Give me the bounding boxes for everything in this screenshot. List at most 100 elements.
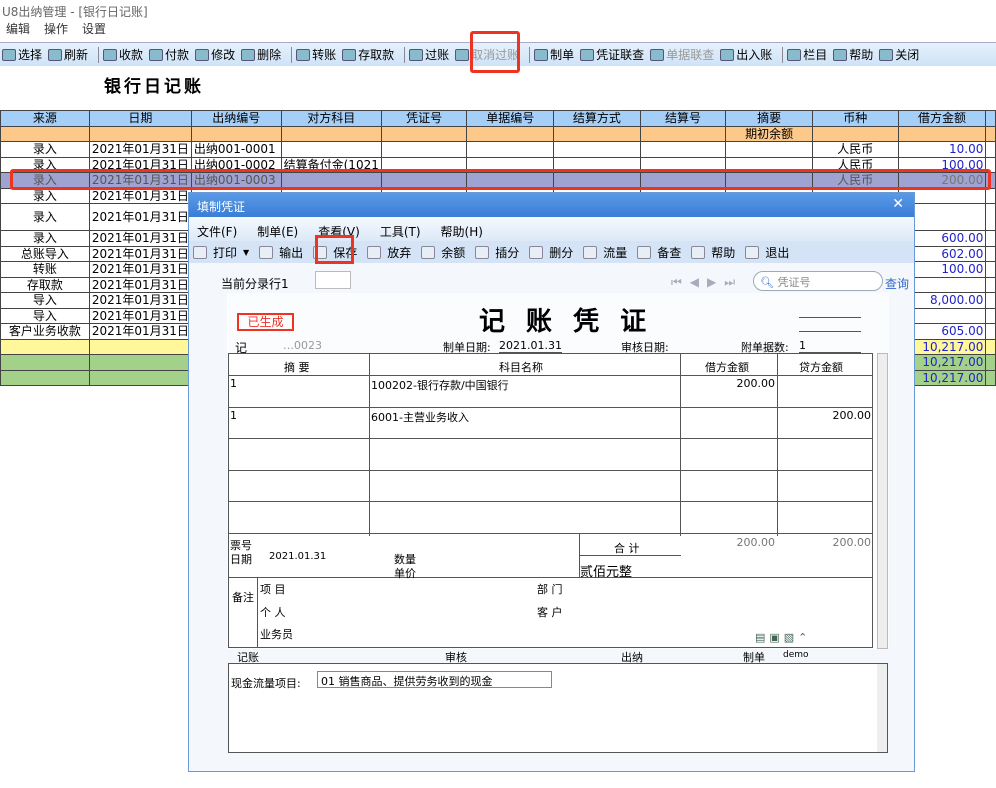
toolbar-separator (98, 46, 100, 63)
refresh-icon (48, 48, 63, 61)
payment-button[interactable]: 付款 (149, 46, 189, 63)
insert-row-button[interactable]: 插分 (475, 244, 519, 261)
attach-count[interactable]: 1 (799, 339, 861, 353)
transfer-button[interactable]: 转账 (296, 46, 336, 63)
columns-icon (787, 48, 802, 61)
receipt-button[interactable]: 收款 (103, 46, 143, 63)
cashflow-input[interactable]: 01 销售商品、提供劳务收到的现金 (317, 671, 552, 688)
voucher-number[interactable]: …0023 (283, 339, 322, 352)
opening-balance-row[interactable]: 期初余额 (0, 125, 996, 142)
highlight-save (315, 235, 354, 264)
button-label: 帮助 (849, 48, 874, 62)
balance-button[interactable]: 余额 (421, 244, 465, 261)
entry-account[interactable]: 6001-主营业务收入 (371, 409, 469, 425)
voucher-query-button[interactable]: 凭证联查 (580, 46, 644, 63)
discard-button[interactable]: 放弃 (367, 244, 411, 261)
make-date[interactable]: 2021.01.31 (499, 339, 562, 353)
menu-bar: 编辑 操作 设置 (0, 20, 106, 38)
dialog-menu-item[interactable]: 制单(E) (257, 223, 298, 239)
nav-buttons[interactable]: ⏮◀▶⏭ (671, 275, 743, 290)
entry-debit[interactable]: 200.00 (729, 377, 776, 390)
voucher-dialog: 填制凭证 ✕ 文件(F) 制单(E) 查看(V) 工具(T) 帮助(H) 打印 ▼ 输出 保存… (188, 192, 915, 772)
button-label: 选择 (18, 48, 43, 62)
person-label: 个 人 (260, 606, 286, 619)
post-icon (409, 48, 424, 61)
balance-icon (421, 245, 436, 259)
column-header: 日期 (88, 110, 192, 127)
date-cell: 2021年01月31日 (88, 276, 192, 293)
query-button[interactable]: 查询 (885, 275, 909, 292)
button-label: 收款 (119, 48, 144, 62)
cell (985, 354, 996, 371)
remark-tool-icons[interactable]: ▤▣▧⌃ (755, 631, 811, 644)
close-icon (879, 48, 894, 61)
dialog-menu-item[interactable]: 工具(T) (380, 223, 421, 239)
button-label: 删分 (549, 245, 574, 260)
date-cell: 2021年01月31日 (88, 245, 192, 262)
cell (0, 125, 90, 142)
payment-icon (149, 48, 164, 61)
column-header: 借方金额 (897, 110, 987, 127)
voucher-search-input[interactable]: 🔍︎ 凭证号 (753, 271, 883, 291)
delete-row-button[interactable]: 删分 (529, 244, 573, 261)
deposit-button[interactable]: 存取款 (342, 46, 394, 63)
voucher-scrollbar[interactable] (877, 353, 888, 649)
close-icon[interactable]: ✕ (892, 196, 904, 212)
current-row-input[interactable] (315, 271, 351, 289)
refresh-button[interactable]: 刷新 (48, 46, 88, 63)
column-header: 单据编号 (466, 110, 555, 127)
transfer-icon (296, 48, 311, 61)
cashflow-scrollbar[interactable] (877, 664, 887, 752)
columns-button[interactable]: 栏目 (787, 46, 827, 63)
dialog-menu-item[interactable]: 文件(F) (197, 223, 237, 239)
cell (985, 369, 996, 386)
button-label: 过账 (425, 48, 450, 62)
highlight-make-voucher (470, 31, 520, 73)
button-label: 备查 (657, 245, 682, 260)
source-cell: 导入 (0, 307, 90, 324)
menu-operate[interactable]: 操作 (44, 20, 68, 38)
post-button[interactable]: 过账 (409, 46, 449, 63)
entry-summary[interactable]: 1 (230, 377, 237, 390)
cell (985, 261, 996, 278)
cell (466, 125, 555, 142)
exit-button[interactable]: 退出 (745, 244, 789, 261)
select-button[interactable]: 选择 (2, 46, 42, 63)
table-row[interactable]: 录入 2021年01月31日 出纳001-0001 人民币 10.00 (0, 141, 996, 158)
button-label: 刷新 (64, 48, 89, 62)
date-label: 日期 (230, 553, 252, 566)
cell (0, 354, 90, 371)
export-button[interactable]: 输出 (259, 244, 303, 261)
date-cell: 2021年01月31日 (88, 292, 192, 309)
table-header: 来源 日期 出纳编号 对方科目 凭证号 单据编号 结算方式 结算号 摘要 币种 借方金额 (0, 110, 996, 127)
edit-button[interactable]: 修改 (195, 46, 235, 63)
delete-button[interactable]: 删除 (241, 46, 281, 63)
salesman-label: 业务员 (260, 628, 293, 641)
menu-edit[interactable]: 编辑 (6, 20, 30, 38)
entry-summary[interactable]: 1 (230, 409, 237, 422)
voucher-query-icon (580, 48, 595, 61)
dept-label: 部 门 (537, 583, 563, 596)
print-button[interactable]: 打印 ▼ (193, 244, 249, 261)
help-button[interactable]: 帮助 (691, 244, 735, 261)
entry-credit[interactable]: 200.00 (819, 409, 872, 422)
close-button[interactable]: 关闭 (879, 46, 919, 63)
button-label: 修改 (211, 48, 236, 62)
status-badge: 已生成 (237, 313, 294, 331)
memo-button[interactable]: 备查 (637, 244, 681, 261)
dropdown-icon[interactable]: ▼ (243, 248, 249, 257)
cashflow-button[interactable]: 流量 (583, 244, 627, 261)
help-button[interactable]: 帮助 (833, 46, 873, 63)
source-cell: 客户业务收款 (0, 323, 90, 340)
dialog-menu-item[interactable]: 帮助(H) (441, 223, 483, 239)
make-voucher-button[interactable]: 制单 (534, 46, 574, 63)
in-out-button[interactable]: 出入账 (720, 46, 772, 63)
button-label: 放弃 (387, 245, 412, 260)
dialog-menu-item[interactable]: 查看(V) (318, 223, 360, 239)
dialog-menu: 文件(F) 制单(E) 查看(V) 工具(T) 帮助(H) (189, 217, 914, 241)
bill-query-button[interactable]: 单据联查 (650, 46, 714, 63)
menu-settings[interactable]: 设置 (82, 20, 106, 38)
current-row-label: 当前分录行1 (221, 277, 289, 291)
cell (639, 125, 727, 142)
entry-account[interactable]: 100202-银行存款/中国银行 (371, 377, 509, 393)
